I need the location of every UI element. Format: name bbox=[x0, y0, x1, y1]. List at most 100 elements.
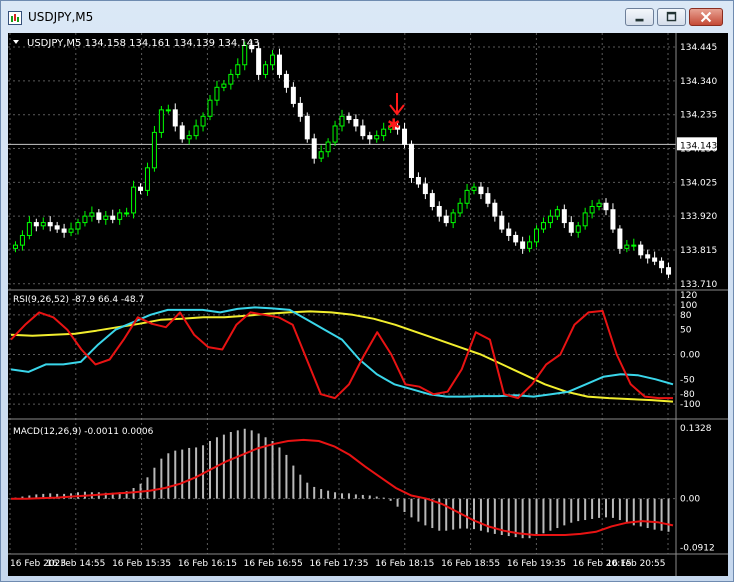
macd-layer bbox=[11, 428, 674, 539]
candle bbox=[26, 216, 32, 240]
candle-body bbox=[575, 225, 581, 233]
candle bbox=[422, 177, 428, 200]
candle bbox=[172, 103, 178, 132]
candle-body bbox=[429, 193, 435, 207]
time-tick-label: 16 Feb 15:35 bbox=[112, 559, 171, 569]
macd-signal-line bbox=[11, 438, 674, 536]
candle-body bbox=[256, 48, 262, 75]
candle-body bbox=[568, 222, 574, 233]
candle bbox=[131, 180, 137, 219]
candle bbox=[165, 104, 171, 114]
candle bbox=[402, 122, 408, 149]
candle bbox=[33, 218, 39, 232]
candle bbox=[534, 225, 540, 248]
close-button[interactable] bbox=[689, 8, 723, 26]
candle bbox=[374, 130, 380, 143]
candle-body bbox=[457, 202, 463, 214]
candle bbox=[631, 238, 637, 251]
candle bbox=[54, 221, 60, 233]
candle-body bbox=[478, 186, 484, 195]
minimize-icon bbox=[635, 18, 644, 22]
candle bbox=[547, 209, 553, 229]
candle-body bbox=[610, 209, 616, 230]
current-price-label: 134.143 bbox=[680, 141, 717, 151]
macd-label: MACD(12,26,9) -0.0011 0.0006 bbox=[13, 427, 154, 437]
candle-body bbox=[353, 119, 359, 127]
candle-body bbox=[270, 54, 276, 66]
candle-body bbox=[82, 215, 88, 224]
price-tick-label: 134.445 bbox=[680, 43, 717, 53]
macd-tick-label: 0.1328 bbox=[680, 424, 712, 434]
candle-body bbox=[26, 222, 32, 236]
candle bbox=[645, 249, 651, 264]
chart-window-icon bbox=[8, 10, 22, 25]
time-tick-label: 16 Feb 14:55 bbox=[46, 559, 105, 569]
candle-body bbox=[443, 215, 449, 224]
candle bbox=[478, 182, 484, 200]
candle-body bbox=[276, 54, 282, 75]
candle bbox=[506, 222, 512, 241]
candle bbox=[68, 222, 74, 237]
candle-body bbox=[131, 186, 137, 214]
candle-body bbox=[124, 212, 130, 215]
candle-body bbox=[540, 222, 546, 230]
candle-body bbox=[408, 143, 414, 178]
candle-body bbox=[645, 254, 651, 259]
rsi-tick-label: 50 bbox=[680, 326, 692, 336]
candle-body bbox=[228, 73, 234, 85]
price-chart[interactable]: 134.445134.340134.235134.130134.025133.9… bbox=[8, 33, 728, 576]
candle bbox=[610, 203, 616, 233]
rsi-tick-label: -50 bbox=[680, 375, 695, 385]
candle-body bbox=[402, 128, 408, 145]
candle-body bbox=[311, 138, 317, 159]
candle-body bbox=[144, 167, 150, 191]
candle bbox=[568, 216, 574, 237]
star-marker-icon: ✱ bbox=[387, 115, 400, 134]
candle-body bbox=[492, 202, 498, 217]
candle bbox=[346, 112, 352, 124]
candle bbox=[540, 217, 546, 233]
maximize-button[interactable] bbox=[657, 8, 686, 26]
collapse-triangle-icon[interactable] bbox=[13, 40, 19, 44]
candle-body bbox=[214, 86, 220, 101]
candle bbox=[332, 120, 338, 146]
candle-body bbox=[19, 234, 25, 246]
candle-body bbox=[659, 260, 665, 269]
candle bbox=[193, 119, 199, 140]
candle-body bbox=[332, 125, 338, 143]
candle bbox=[311, 133, 317, 164]
candle bbox=[61, 223, 67, 238]
candle bbox=[276, 48, 282, 79]
candle bbox=[659, 257, 665, 274]
candle-body bbox=[172, 109, 178, 127]
candle-body bbox=[318, 151, 324, 159]
candle-body bbox=[582, 212, 588, 227]
candle bbox=[82, 210, 88, 227]
close-icon bbox=[700, 11, 712, 23]
candle bbox=[290, 82, 296, 108]
candle-body bbox=[151, 131, 157, 169]
candle bbox=[200, 112, 206, 132]
minimize-button[interactable] bbox=[625, 8, 654, 26]
candle bbox=[207, 95, 213, 121]
candle bbox=[367, 131, 373, 145]
candle bbox=[47, 216, 53, 232]
candle-body bbox=[33, 222, 39, 227]
sell-arrow-icon bbox=[389, 93, 405, 116]
title-bar[interactable]: USDJPY,M5 bbox=[1, 1, 733, 33]
candle bbox=[638, 241, 644, 259]
candle-body bbox=[554, 209, 560, 217]
candle-body bbox=[40, 222, 46, 227]
candle bbox=[89, 206, 95, 222]
candle-body bbox=[346, 115, 352, 121]
candle bbox=[520, 236, 526, 254]
candle-body bbox=[547, 215, 553, 224]
candle-body bbox=[89, 212, 95, 217]
macd-tick-label: -0.0912 bbox=[680, 543, 715, 553]
candle bbox=[492, 199, 498, 222]
chart-area[interactable]: 134.445134.340134.235134.130134.025133.9… bbox=[8, 33, 728, 576]
candle bbox=[457, 198, 463, 217]
candle-body bbox=[200, 115, 206, 127]
candle bbox=[263, 60, 269, 79]
rsi-tick-label: 100 bbox=[680, 301, 697, 311]
